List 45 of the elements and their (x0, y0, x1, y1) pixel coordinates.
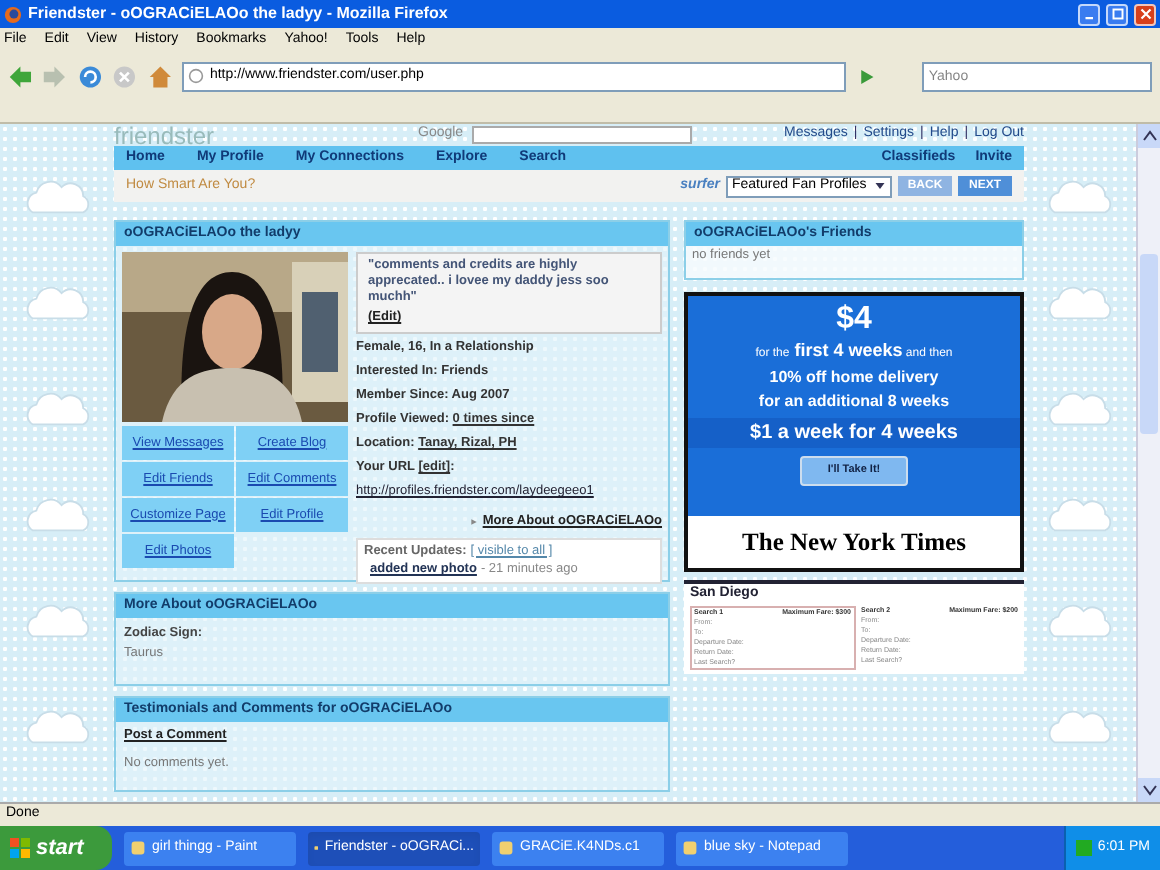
scroll-up-icon[interactable] (1138, 124, 1160, 148)
cloud-icon (1044, 285, 1116, 322)
app-icon (498, 840, 514, 856)
cloud-icon (1044, 179, 1116, 216)
bullet-icon (470, 517, 479, 526)
scroll-thumb[interactable] (1140, 253, 1158, 433)
search-field[interactable] (471, 126, 692, 144)
ad-text: for an additional 8 weeks (758, 389, 950, 413)
back-arrow-icon[interactable] (8, 63, 33, 89)
ad-text: 10% off home delivery (769, 365, 939, 389)
cloud-icon (1044, 391, 1116, 428)
tray-icon (1075, 840, 1092, 856)
stop-icon[interactable] (112, 63, 138, 89)
app-icon (130, 840, 146, 856)
home-icon[interactable] (147, 63, 172, 89)
page-icon (187, 68, 204, 84)
go-icon[interactable] (855, 65, 877, 87)
app-icon (682, 840, 698, 856)
cloud-icon (21, 285, 93, 322)
close-icon (1139, 8, 1151, 20)
cloud-icon (21, 391, 93, 428)
ad-offer: $1 a week for 4 weeks (688, 417, 1020, 447)
cloud-icon (1044, 498, 1116, 535)
maximize-button[interactable] (1106, 3, 1128, 25)
minimize-button[interactable] (1078, 3, 1100, 25)
cloud-icon (21, 604, 93, 641)
ad-price: $4 (836, 302, 872, 338)
cloud-icon (1044, 604, 1116, 641)
window-title: Friendster - oOGRACiELAOo the ladyy - Mozilla Firefox (28, 2, 450, 26)
logo: friendster (114, 124, 217, 146)
windows-logo-icon (10, 838, 30, 858)
cloud-icon (21, 179, 93, 216)
maximize-icon (1111, 8, 1123, 20)
cloud-icon (21, 498, 93, 535)
firefox-icon (4, 5, 22, 23)
scroll-down-icon[interactable] (1138, 778, 1160, 802)
close-button[interactable] (1134, 3, 1156, 25)
forward-arrow-icon[interactable] (42, 63, 68, 89)
dropdown-caret-icon (874, 180, 886, 192)
cloud-icon (21, 710, 93, 747)
newspaper-logo: The New York Times (688, 516, 1020, 568)
reload-icon[interactable] (77, 63, 103, 89)
scrollbar[interactable] (1136, 124, 1160, 802)
start-button[interactable]: start (0, 826, 112, 870)
cloud-icon (1044, 710, 1116, 747)
